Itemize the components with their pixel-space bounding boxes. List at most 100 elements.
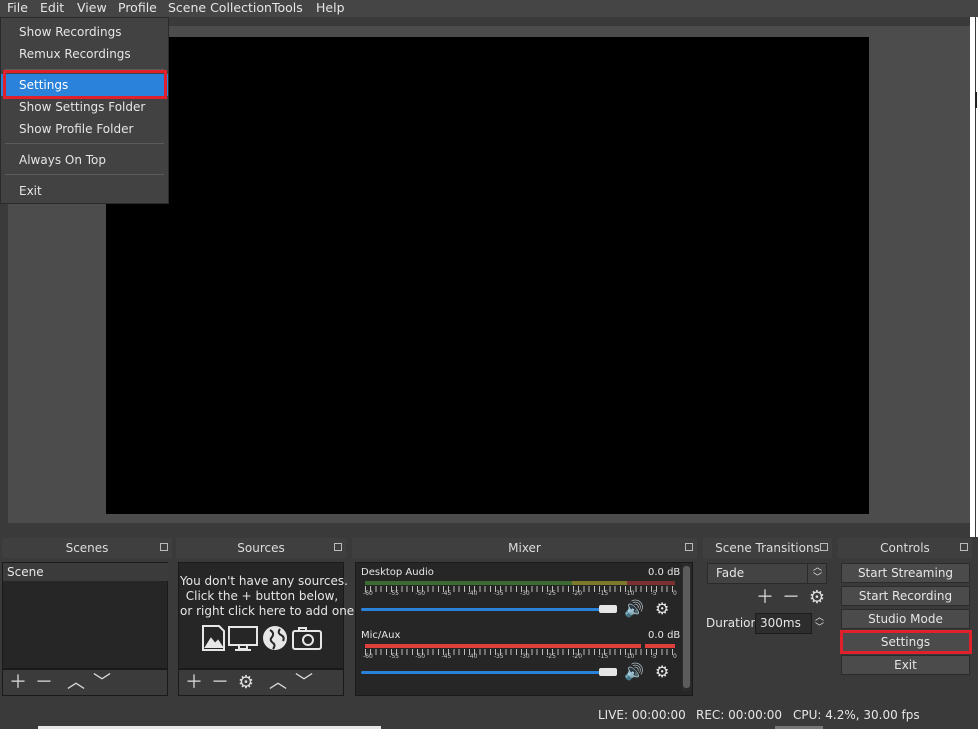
speaker-icon[interactable]: 🔊 — [624, 664, 644, 680]
tick-label: -25 — [546, 653, 556, 660]
tick-label: -40 — [467, 653, 478, 660]
tick-label: -15 — [598, 590, 609, 597]
tick-label: -5 — [650, 653, 657, 660]
menu-view[interactable]: View — [77, 0, 107, 17]
duration-label: Duration — [706, 616, 759, 630]
file-menu-settings[interactable]: Settings — [1, 74, 168, 96]
chevron-up-icon[interactable]: ︿ — [269, 674, 287, 692]
menu-bar: File Edit View Profile Scene Collection … — [0, 0, 978, 17]
duration-input[interactable]: 300ms — [755, 613, 812, 634]
file-menu-show-recordings[interactable]: Show Recordings — [1, 21, 168, 43]
tick-label: -10 — [624, 590, 635, 597]
menu-file[interactable]: File — [7, 0, 28, 17]
tick-label: -35 — [493, 590, 504, 597]
mic-aux-meter-peak — [645, 644, 675, 648]
updown-icon[interactable]: ︿ ﹀ — [807, 563, 827, 584]
desktop-audio-meter-yellow — [572, 581, 627, 585]
add-icon[interactable]: ＋ — [756, 589, 774, 607]
exit-button[interactable]: Exit — [841, 655, 970, 675]
scenes-dock-title: Scenes — [2, 538, 172, 558]
sources-empty-line-1: You don't have any sources. — [180, 574, 348, 588]
menu-separator — [5, 143, 164, 144]
remove-icon[interactable]: － — [35, 674, 53, 692]
mic-aux-volume-slider[interactable] — [361, 671, 617, 674]
sources-empty-line-3: or right click here to add one. — [180, 604, 358, 618]
start-streaming-button[interactable]: Start Streaming — [841, 563, 970, 583]
add-icon[interactable]: ＋ — [9, 674, 27, 692]
status-live: LIVE: 00:00:00 — [598, 708, 686, 722]
tick-label: -40 — [467, 590, 478, 597]
gear-icon[interactable]: ⚙ — [655, 601, 669, 617]
tick-label: -50 — [415, 590, 426, 597]
remove-icon[interactable]: － — [211, 674, 229, 692]
tick-label: -20 — [572, 590, 583, 597]
display-icon — [228, 626, 258, 651]
remove-icon[interactable]: － — [782, 589, 800, 607]
float-icon[interactable] — [160, 543, 168, 551]
menu-edit[interactable]: Edit — [40, 0, 64, 17]
desktop-audio-volume-slider[interactable] — [361, 608, 617, 611]
menu-scene-collection[interactable]: Scene Collection — [168, 0, 272, 17]
mixer-scrollbar-thumb[interactable] — [683, 566, 690, 688]
desktop-audio-slider-handle[interactable] — [599, 605, 617, 613]
globe-icon — [263, 626, 287, 650]
desktop-audio-label: Desktop Audio — [361, 567, 434, 578]
sources-empty-line-2: Click the + button below, — [185, 589, 339, 603]
float-icon[interactable] — [820, 543, 828, 551]
tick-label: -15 — [598, 653, 609, 660]
duration-spinner[interactable]: ︿ ﹀ — [812, 613, 827, 634]
studio-mode-button[interactable]: Studio Mode — [841, 609, 970, 629]
scenes-title: Scenes — [65, 541, 109, 555]
speaker-icon[interactable]: 🔊 — [624, 601, 644, 617]
chevron-down-icon[interactable]: ﹀ — [295, 674, 313, 692]
tick-label: -60 — [363, 653, 373, 660]
mixer-dock-title: Mixer — [352, 538, 697, 558]
tick-label: -50 — [415, 653, 426, 660]
tick-label: -25 — [546, 590, 556, 597]
mic-aux-tick-labels: -60 -55 -50 -45 -40 -35 -30 -25 -20 -15 -10 -5 0 — [363, 653, 677, 661]
file-menu-exit[interactable]: Exit — [1, 180, 168, 202]
tick-label: -35 — [493, 653, 504, 660]
gear-icon[interactable]: ⚙ — [655, 664, 669, 680]
add-icon[interactable]: ＋ — [185, 674, 203, 692]
tick-label: -20 — [572, 653, 583, 660]
mic-aux-meter — [365, 644, 641, 648]
float-icon[interactable] — [960, 543, 968, 551]
gear-icon[interactable]: ⚙ — [237, 674, 255, 692]
menu-profile[interactable]: Profile — [118, 0, 157, 17]
desktop-audio-tick-labels: -60 -55 -50 -45 -40 -35 -30 -25 -20 -15 -10 -5 0 — [363, 590, 677, 598]
gear-icon[interactable]: ⚙ — [808, 589, 826, 607]
settings-button[interactable]: Settings — [841, 632, 970, 652]
preview-canvas[interactable] — [106, 37, 869, 514]
tick-label: -30 — [519, 653, 530, 660]
tick-label: -5 — [650, 590, 657, 597]
tick-label: -55 — [389, 653, 399, 660]
tick-label: -45 — [441, 653, 452, 660]
tick-label: 0 — [673, 653, 677, 660]
float-icon[interactable] — [334, 543, 342, 551]
source-type-icons — [202, 625, 322, 651]
status-cpu: CPU: 4.2%, 30.00 fps — [793, 708, 920, 722]
mic-aux-db: 0.0 dB — [648, 630, 681, 641]
menu-tools[interactable]: Tools — [272, 0, 303, 17]
file-menu-remux-recordings[interactable]: Remux Recordings — [1, 43, 168, 65]
file-menu-show-profile-folder[interactable]: Show Profile Folder — [1, 118, 168, 140]
mic-aux-slider-handle[interactable] — [599, 668, 617, 676]
file-menu: Show Recordings Remux Recordings Setting… — [0, 17, 169, 204]
window-edge-tick — [975, 92, 977, 108]
menu-help[interactable]: Help — [316, 0, 345, 17]
start-recording-button[interactable]: Start Recording — [841, 586, 970, 606]
transitions-dock-title: Scene Transitions — [703, 538, 832, 558]
list-item[interactable]: Scene — [3, 563, 168, 581]
sources-dock-title: Sources — [176, 538, 346, 558]
tick-label: -60 — [363, 590, 373, 597]
file-menu-show-settings-folder[interactable]: Show Settings Folder — [1, 96, 168, 118]
chevron-down-icon[interactable]: ﹀ — [93, 674, 111, 692]
menu-separator — [5, 69, 164, 70]
file-menu-always-on-top[interactable]: Always On Top — [1, 149, 168, 171]
chevron-up-icon[interactable]: ︿ — [67, 674, 85, 692]
float-icon[interactable] — [685, 543, 693, 551]
tick-label: -30 — [519, 590, 530, 597]
desktop-audio-meter-red — [627, 581, 675, 585]
camera-icon — [292, 627, 322, 650]
